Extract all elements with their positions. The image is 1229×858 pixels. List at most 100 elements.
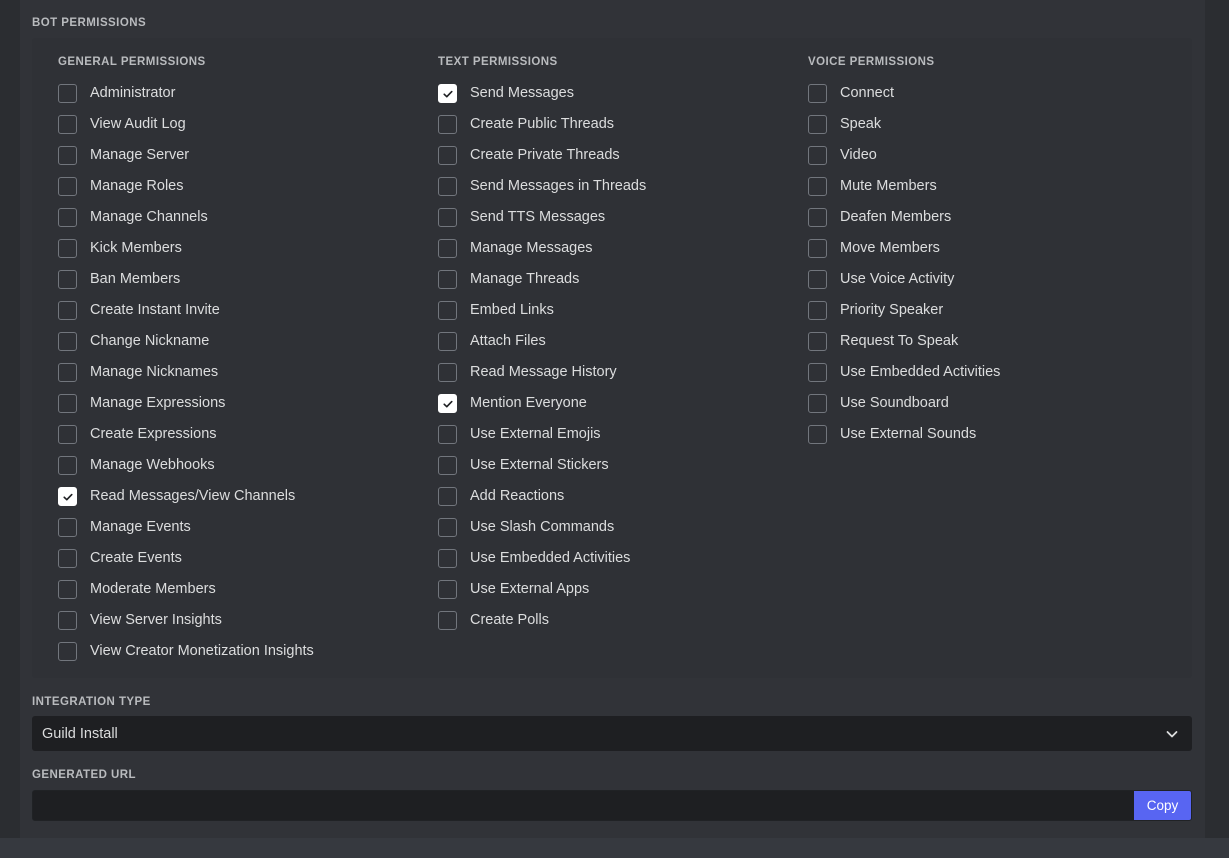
permission-row[interactable]: Change Nickname: [58, 326, 438, 357]
permission-row[interactable]: Create Expressions: [58, 419, 438, 450]
permission-row[interactable]: Use Soundboard: [808, 388, 1178, 419]
permission-row[interactable]: Use Slash Commands: [438, 512, 808, 543]
permission-row[interactable]: Speak: [808, 109, 1178, 140]
checkbox-unchecked[interactable]: [808, 363, 827, 382]
checkbox-unchecked[interactable]: [808, 208, 827, 227]
checkbox-unchecked[interactable]: [58, 115, 77, 134]
checkbox-unchecked[interactable]: [808, 177, 827, 196]
integration-type-select[interactable]: Guild Install: [32, 716, 1192, 751]
permission-row[interactable]: Manage Webhooks: [58, 450, 438, 481]
permission-row[interactable]: Connect: [808, 78, 1178, 109]
permission-row[interactable]: Create Polls: [438, 605, 808, 636]
permission-row[interactable]: Use External Emojis: [438, 419, 808, 450]
permission-row[interactable]: Use External Apps: [438, 574, 808, 605]
permission-row[interactable]: Use External Stickers: [438, 450, 808, 481]
permission-row[interactable]: Request To Speak: [808, 326, 1178, 357]
permission-row[interactable]: Video: [808, 140, 1178, 171]
checkbox-checked[interactable]: [58, 487, 77, 506]
permission-row[interactable]: Use Voice Activity: [808, 264, 1178, 295]
checkbox-unchecked[interactable]: [58, 208, 77, 227]
checkbox-unchecked[interactable]: [808, 84, 827, 103]
checkbox-unchecked[interactable]: [58, 332, 77, 351]
permission-row[interactable]: Moderate Members: [58, 574, 438, 605]
permission-row[interactable]: Create Events: [58, 543, 438, 574]
checkbox-unchecked[interactable]: [438, 549, 457, 568]
permission-row[interactable]: Send TTS Messages: [438, 202, 808, 233]
permission-row[interactable]: Create Instant Invite: [58, 295, 438, 326]
permission-row[interactable]: View Audit Log: [58, 109, 438, 140]
checkbox-unchecked[interactable]: [438, 301, 457, 320]
checkbox-unchecked[interactable]: [58, 580, 77, 599]
checkbox-checked[interactable]: [438, 84, 457, 103]
permission-row[interactable]: Ban Members: [58, 264, 438, 295]
checkbox-unchecked[interactable]: [808, 301, 827, 320]
permission-row[interactable]: Create Private Threads: [438, 140, 808, 171]
permission-row[interactable]: Administrator: [58, 78, 438, 109]
checkbox-unchecked[interactable]: [438, 518, 457, 537]
permission-row[interactable]: Manage Messages: [438, 233, 808, 264]
permission-row[interactable]: Deafen Members: [808, 202, 1178, 233]
checkbox-unchecked[interactable]: [438, 487, 457, 506]
checkbox-unchecked[interactable]: [58, 84, 77, 103]
permission-row[interactable]: Create Public Threads: [438, 109, 808, 140]
checkbox-unchecked[interactable]: [58, 611, 77, 630]
permission-row[interactable]: Manage Expressions: [58, 388, 438, 419]
permission-row[interactable]: Use Embedded Activities: [808, 357, 1178, 388]
permission-row[interactable]: Use External Sounds: [808, 419, 1178, 450]
checkbox-unchecked[interactable]: [438, 208, 457, 227]
checkbox-unchecked[interactable]: [808, 332, 827, 351]
checkbox-unchecked[interactable]: [438, 425, 457, 444]
checkbox-unchecked[interactable]: [808, 239, 827, 258]
permission-row[interactable]: Manage Roles: [58, 171, 438, 202]
checkbox-unchecked[interactable]: [58, 456, 77, 475]
checkbox-unchecked[interactable]: [438, 177, 457, 196]
permission-row[interactable]: Manage Nicknames: [58, 357, 438, 388]
checkbox-unchecked[interactable]: [438, 456, 457, 475]
checkbox-unchecked[interactable]: [58, 518, 77, 537]
permission-row[interactable]: Manage Events: [58, 512, 438, 543]
permission-row[interactable]: Read Message History: [438, 357, 808, 388]
permission-row[interactable]: Mute Members: [808, 171, 1178, 202]
permission-row[interactable]: Mention Everyone: [438, 388, 808, 419]
checkbox-unchecked[interactable]: [808, 425, 827, 444]
permission-row[interactable]: Kick Members: [58, 233, 438, 264]
checkbox-unchecked[interactable]: [808, 115, 827, 134]
permission-row[interactable]: Read Messages/View Channels: [58, 481, 438, 512]
permission-row[interactable]: Send Messages in Threads: [438, 171, 808, 202]
checkbox-unchecked[interactable]: [58, 549, 77, 568]
checkbox-unchecked[interactable]: [808, 270, 827, 289]
checkbox-unchecked[interactable]: [808, 394, 827, 413]
permission-row[interactable]: View Server Insights: [58, 605, 438, 636]
permission-row[interactable]: View Creator Monetization Insights: [58, 636, 438, 667]
permission-row[interactable]: Manage Server: [58, 140, 438, 171]
checkbox-unchecked[interactable]: [58, 239, 77, 258]
checkbox-unchecked[interactable]: [438, 580, 457, 599]
checkbox-unchecked[interactable]: [438, 146, 457, 165]
permission-row[interactable]: Manage Threads: [438, 264, 808, 295]
permission-row[interactable]: Manage Channels: [58, 202, 438, 233]
generated-url-input[interactable]: [33, 791, 1134, 820]
permission-row[interactable]: Priority Speaker: [808, 295, 1178, 326]
checkbox-unchecked[interactable]: [438, 115, 457, 134]
checkbox-unchecked[interactable]: [438, 332, 457, 351]
permission-row[interactable]: Embed Links: [438, 295, 808, 326]
permission-row[interactable]: Use Embedded Activities: [438, 543, 808, 574]
checkbox-unchecked[interactable]: [58, 146, 77, 165]
checkbox-unchecked[interactable]: [58, 642, 77, 661]
permission-row[interactable]: Add Reactions: [438, 481, 808, 512]
permission-row[interactable]: Send Messages: [438, 78, 808, 109]
checkbox-unchecked[interactable]: [808, 146, 827, 165]
permission-row[interactable]: Move Members: [808, 233, 1178, 264]
checkbox-unchecked[interactable]: [58, 270, 77, 289]
checkbox-unchecked[interactable]: [58, 301, 77, 320]
checkbox-unchecked[interactable]: [438, 363, 457, 382]
copy-button[interactable]: Copy: [1134, 791, 1191, 820]
checkbox-checked[interactable]: [438, 394, 457, 413]
checkbox-unchecked[interactable]: [58, 425, 77, 444]
permission-row[interactable]: Attach Files: [438, 326, 808, 357]
checkbox-unchecked[interactable]: [438, 239, 457, 258]
checkbox-unchecked[interactable]: [58, 177, 77, 196]
checkbox-unchecked[interactable]: [438, 270, 457, 289]
checkbox-unchecked[interactable]: [58, 363, 77, 382]
checkbox-unchecked[interactable]: [58, 394, 77, 413]
